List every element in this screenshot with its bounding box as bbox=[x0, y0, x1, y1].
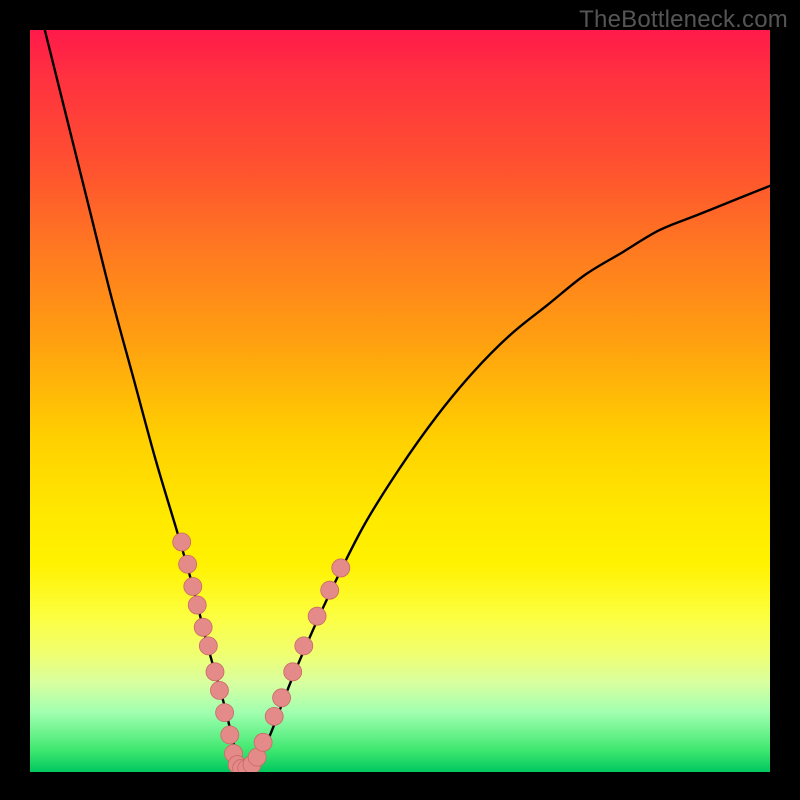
data-point bbox=[206, 663, 224, 681]
chart-frame: TheBottleneck.com bbox=[0, 0, 800, 800]
watermark-text: TheBottleneck.com bbox=[579, 6, 788, 34]
highlight-dots bbox=[173, 533, 350, 772]
data-point bbox=[321, 581, 339, 599]
curve-layer bbox=[30, 30, 770, 772]
data-point bbox=[173, 533, 191, 551]
plot-area bbox=[30, 30, 770, 772]
data-point bbox=[254, 733, 272, 751]
data-point bbox=[295, 637, 313, 655]
data-point bbox=[184, 578, 202, 596]
data-point bbox=[216, 704, 234, 722]
data-point bbox=[225, 744, 243, 762]
data-point bbox=[210, 681, 228, 699]
data-point bbox=[179, 555, 197, 573]
data-point bbox=[332, 559, 350, 577]
data-point bbox=[228, 756, 246, 772]
data-point bbox=[194, 618, 212, 636]
data-point bbox=[221, 726, 239, 744]
data-point bbox=[238, 759, 256, 772]
data-point bbox=[284, 663, 302, 681]
data-point bbox=[243, 756, 261, 772]
data-point bbox=[188, 596, 206, 614]
bottleneck-curve bbox=[45, 30, 770, 772]
data-point bbox=[265, 707, 283, 725]
data-point bbox=[273, 689, 291, 707]
data-point bbox=[248, 748, 266, 766]
data-point bbox=[233, 759, 251, 772]
data-point bbox=[308, 607, 326, 625]
data-point bbox=[199, 637, 217, 655]
